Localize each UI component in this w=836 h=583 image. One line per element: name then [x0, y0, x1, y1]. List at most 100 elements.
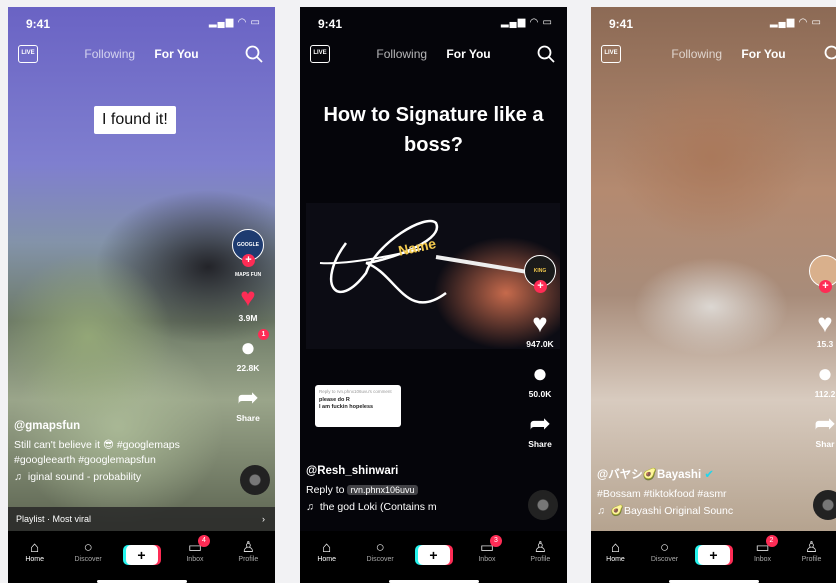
search-icon[interactable]: [245, 45, 263, 63]
live-icon[interactable]: LIVE: [601, 45, 621, 63]
tab-discover[interactable]: ○ Discover: [640, 531, 689, 583]
tab-discover[interactable]: ○ Discover: [61, 531, 114, 583]
profile-icon: ♙: [804, 539, 819, 556]
like-button[interactable]: ♥ 15.3: [808, 309, 836, 349]
caption-line-1: Still can't believe it 😎 #googlemaps: [14, 439, 180, 451]
tab-inbox-label: Inbox: [753, 556, 772, 563]
video-title: How to Signature like a boss?: [323, 104, 544, 156]
side-actions: + ♥ 15.3 ● 112.2 ➦ Shar: [808, 255, 836, 449]
tab-create[interactable]: +: [689, 531, 738, 583]
sound-row[interactable]: ♫ the god Loki (Contains m: [306, 500, 517, 515]
username[interactable]: @バヤシ🥑Bayashi ✔: [597, 468, 806, 483]
sound-row[interactable]: ♫ iginal sound - probability: [14, 470, 225, 485]
playlist-bar[interactable]: Playlist · Most viral ›: [8, 507, 275, 531]
signature-stroke: [319, 219, 547, 304]
sound-disc-icon[interactable]: [528, 490, 558, 520]
follow-plus-icon[interactable]: +: [819, 280, 832, 293]
sound-name: the god Loki (Contains m: [319, 501, 437, 513]
inbox-icon: ▭: [479, 539, 495, 556]
verified-icon: ✔: [704, 469, 714, 481]
video-cooking[interactable]: [591, 7, 836, 531]
comment-count: 112.2: [814, 389, 836, 399]
tab-profile[interactable]: ♙ Profile: [222, 531, 275, 583]
tab-for-you[interactable]: For You: [446, 47, 490, 61]
home-icon: ⌂: [610, 539, 621, 556]
tab-inbox[interactable]: ▭ 2 Inbox: [738, 531, 787, 583]
profile-icon: ♙: [241, 539, 256, 556]
tab-for-you[interactable]: For You: [741, 47, 785, 61]
tab-home[interactable]: ⌂ Home: [300, 531, 353, 583]
tab-home-label: Home: [317, 556, 337, 563]
tab-discover-label: Discover: [650, 556, 679, 563]
create-plus-icon: +: [697, 545, 730, 565]
tab-following[interactable]: Following: [376, 47, 427, 61]
tab-home[interactable]: ⌂ Home: [8, 531, 61, 583]
like-button[interactable]: ♥ 947.0K: [523, 309, 557, 349]
comment-badge: 1: [258, 329, 269, 340]
playlist-label: Playlist · Most viral: [16, 514, 92, 524]
tab-profile-label: Profile: [530, 556, 551, 563]
top-nav: LIVE Following For You: [591, 45, 836, 67]
video-info: @gmapsfun Still can't believe it 😎 #goog…: [14, 419, 225, 485]
like-count: 947.0K: [526, 339, 554, 349]
tab-discover-label: Discover: [366, 556, 394, 563]
tab-create[interactable]: +: [115, 531, 168, 583]
tiktok-screens: 9:41 ▂▄▆ ◠ ▭ LIVE Following For You I fo…: [0, 0, 836, 583]
top-nav: LIVE Following For You: [300, 45, 567, 67]
avatar[interactable]: KING +: [524, 255, 556, 293]
tab-inbox[interactable]: ▭ 4 Inbox: [168, 531, 221, 583]
share-button[interactable]: ➦ Share: [523, 409, 557, 449]
tab-create[interactable]: +: [407, 531, 460, 583]
phone-screen-3: 9:41 ▂▄▆ ◠ ▭ LIVE Following For You + ♥ …: [591, 7, 836, 583]
reply-to-handle[interactable]: rvn.phnx106uvu: [347, 485, 418, 495]
username[interactable]: @gmapsfun: [14, 419, 225, 434]
follow-plus-icon[interactable]: +: [242, 254, 255, 267]
inbox-badge: 2: [765, 535, 778, 547]
sound-disc-icon[interactable]: [813, 490, 836, 520]
tab-home-label: Home: [606, 556, 625, 563]
comment-icon: ●: [532, 358, 548, 388]
comment-button[interactable]: ● 1 22.8K: [231, 329, 269, 373]
caption: #Bossam #tiktokfood #asmr: [597, 488, 727, 500]
video-info: @バヤシ🥑Bayashi ✔ #Bossam #tiktokfood #asmr…: [597, 468, 806, 519]
feed-tabs: Following For You: [300, 47, 567, 61]
tab-following[interactable]: Following: [84, 47, 135, 61]
status-bar: 9:41 ▂▄▆ ◠ ▭: [318, 17, 553, 33]
status-time: 9:41: [609, 17, 634, 31]
share-label: Shar: [815, 439, 835, 449]
search-icon[interactable]: [824, 45, 836, 63]
username-text: @バヤシ🥑Bayashi: [597, 469, 702, 481]
comment-count: 22.8K: [236, 363, 260, 373]
reply-to-label: Reply to: [306, 484, 345, 496]
video-info: @Resh_shinwari Reply to rvn.phnx106uvu ♫…: [306, 464, 517, 515]
top-nav: LIVE Following For You: [8, 45, 275, 67]
tab-for-you[interactable]: For You: [154, 47, 198, 61]
comment-button[interactable]: ● 50.0K: [523, 359, 557, 399]
tab-following[interactable]: Following: [671, 47, 722, 61]
tab-inbox[interactable]: ▭ 3 Inbox: [460, 531, 513, 583]
avatar-text: KING: [533, 268, 547, 274]
discover-icon: ○: [83, 539, 93, 556]
share-icon: ➦: [529, 408, 551, 438]
follow-plus-icon[interactable]: +: [534, 280, 547, 293]
avatar[interactable]: GOOGLE MAPS FUN +: [232, 229, 264, 278]
signal-wifi-battery-icon: ▂▄▆ ◠ ▭: [208, 17, 261, 28]
sound-disc-icon[interactable]: [240, 465, 270, 495]
inbox-icon: ▭: [755, 539, 770, 556]
share-button[interactable]: ➦ Shar: [808, 409, 836, 449]
tab-home[interactable]: ⌂ Home: [591, 531, 640, 583]
search-icon[interactable]: [537, 45, 555, 63]
tab-profile[interactable]: ♙ Profile: [514, 531, 567, 583]
comment-button[interactable]: ● 112.2: [808, 359, 836, 399]
tab-inbox-label: Inbox: [186, 556, 204, 563]
inbox-badge: 4: [197, 535, 210, 547]
feed-tabs: Following For You: [621, 47, 836, 61]
avatar[interactable]: +: [809, 255, 836, 293]
sound-row[interactable]: ♫ 🥑Bayashi Original Sounc: [597, 504, 806, 519]
share-button[interactable]: ➦ Share: [231, 383, 265, 423]
tab-profile[interactable]: ♙ Profile: [787, 531, 836, 583]
inbox-icon: ▭: [187, 539, 203, 556]
share-icon: ➦: [814, 408, 836, 438]
tab-discover[interactable]: ○ Discover: [353, 531, 406, 583]
username[interactable]: @Resh_shinwari: [306, 464, 517, 479]
